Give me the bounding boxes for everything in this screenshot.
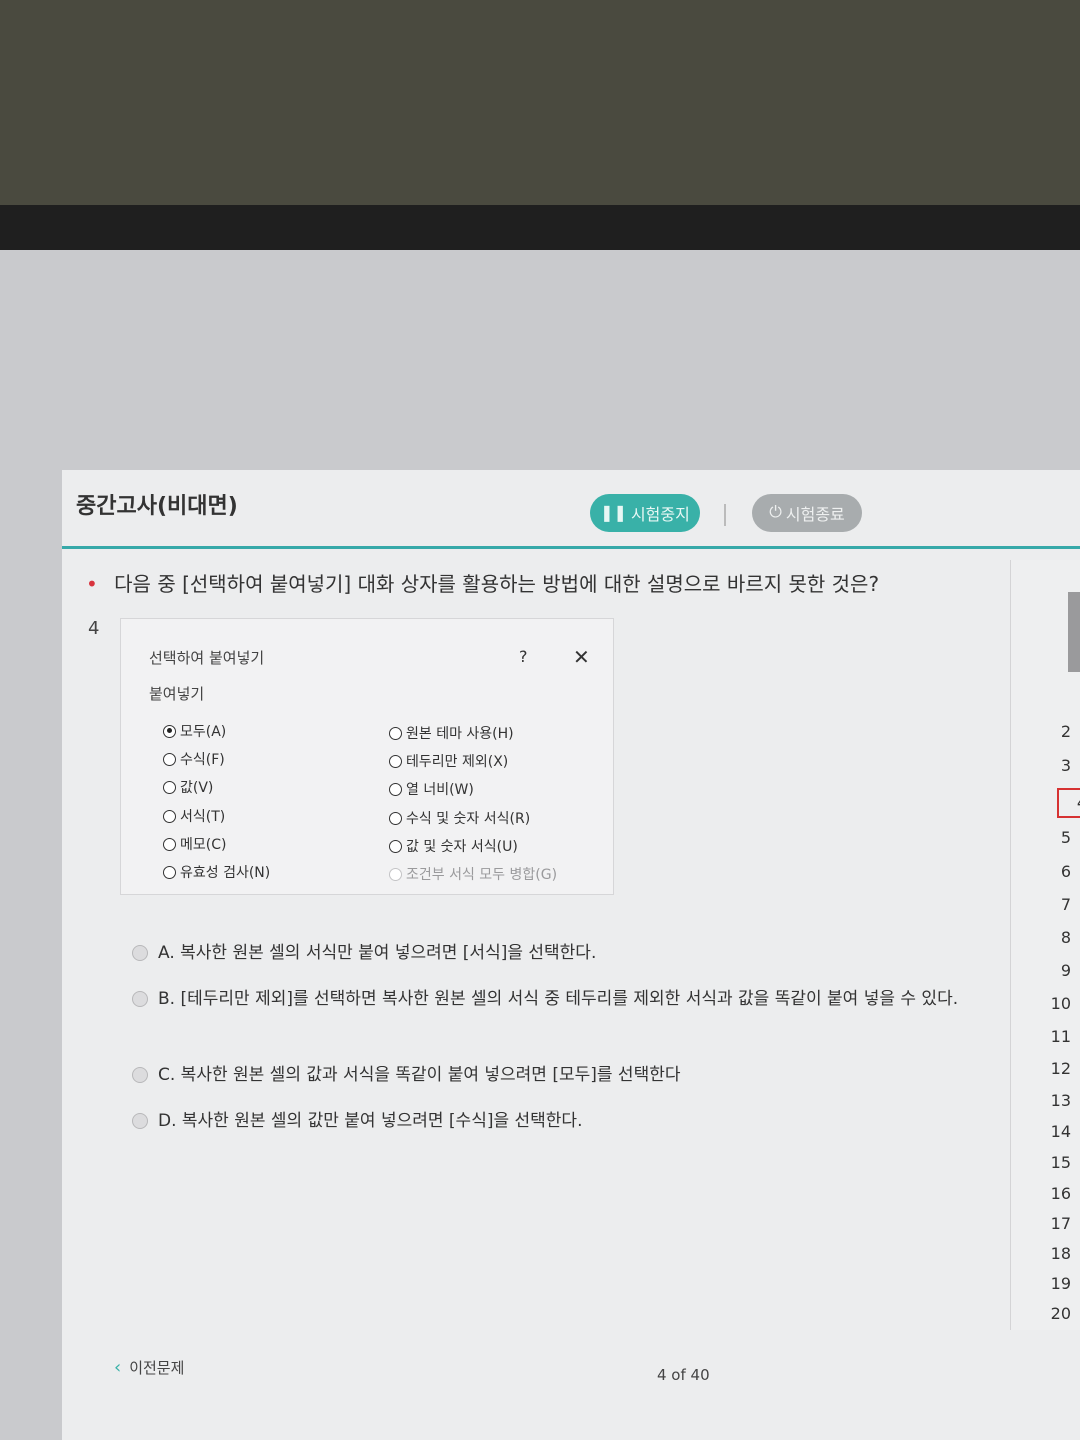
radio-disabled-icon: [389, 867, 402, 881]
option-label: 수식 및 숫자 서식(R): [406, 811, 531, 827]
nav-question-6[interactable]: 6: [1011, 862, 1071, 881]
monitor-bezel: [0, 205, 1080, 253]
radio-icon: [163, 780, 176, 794]
radio-icon: [163, 837, 176, 851]
nav-question-8[interactable]: 8: [1011, 928, 1071, 947]
nav-question-16[interactable]: 16: [1011, 1184, 1071, 1203]
nav-question-9[interactable]: 9: [1011, 961, 1071, 980]
pause-icon: ❚❚: [600, 505, 627, 522]
answer-option-a[interactable]: A. 복사한 원본 셀의 서식만 붙여 넣으려면 [서식]을 선택한다.: [132, 940, 972, 966]
paste-option-formats: 서식(T): [163, 806, 225, 826]
nav-question-18[interactable]: 18: [1011, 1244, 1071, 1263]
previous-question-button[interactable]: ‹ 이전문제: [114, 1357, 184, 1378]
answer-radio-icon[interactable]: [132, 945, 148, 961]
option-label: 메모(C): [180, 837, 227, 853]
question-navigator: 2 3 4 5 6 7 8 9 10 11 12 13 14 15 16 17 …: [1010, 560, 1080, 1330]
nav-question-current[interactable]: 4: [1057, 788, 1080, 818]
radio-icon: [163, 809, 176, 823]
exam-title: 중간고사(비대면): [76, 494, 238, 519]
nav-question-12[interactable]: 12: [1011, 1059, 1071, 1078]
answer-radio-icon[interactable]: [132, 1113, 148, 1129]
nav-question-19[interactable]: 19: [1011, 1274, 1071, 1293]
option-label: 서식(T): [180, 809, 226, 825]
question-text: 다음 중 [선택하여 붙여넣기] 대화 상자를 활용하는 방법에 대한 설명으로…: [114, 572, 880, 596]
close-icon: ✕: [573, 645, 590, 669]
radio-icon: [389, 839, 402, 853]
previous-label: 이전문제: [129, 1359, 185, 1377]
dialog-title: 선택하여 붙여넣기: [149, 649, 265, 667]
answer-text: A. 복사한 원본 셀의 서식만 붙여 넣으려면 [서식]을 선택한다.: [158, 943, 597, 963]
power-icon: ⏻: [769, 504, 782, 521]
radio-icon: [389, 811, 402, 825]
paste-option-all: 모두(A): [163, 721, 226, 741]
option-label: 열 너비(W): [406, 782, 474, 798]
paste-option-values-numbers: 값 및 숫자 서식(U): [389, 836, 518, 856]
nav-question-15[interactable]: 15: [1011, 1153, 1071, 1172]
option-label: 값 및 숫자 서식(U): [406, 839, 518, 855]
pause-exam-button[interactable]: ❚❚ 시험중지: [590, 494, 700, 532]
question-text-row: • 다음 중 [선택하여 붙여넣기] 대화 상자를 활용하는 방법에 대한 설명…: [86, 568, 879, 597]
paste-option-no-borders: 테두리만 제외(X): [389, 751, 508, 771]
answer-option-c[interactable]: C. 복사한 원본 셀의 값과 서식을 똑같이 붙여 넣으려면 [모두]를 선택…: [132, 1062, 972, 1088]
option-label: 테두리만 제외(X): [406, 754, 509, 770]
nav-question-5[interactable]: 5: [1011, 828, 1071, 847]
nav-question-10[interactable]: 10: [1011, 994, 1071, 1013]
chevron-left-icon: ‹: [114, 1357, 122, 1378]
option-label: 유효성 검사(N): [180, 865, 271, 881]
paste-option-validation: 유효성 검사(N): [163, 862, 270, 882]
nav-question-11[interactable]: 11: [1011, 1027, 1071, 1046]
paste-special-dialog-image: 선택하여 붙여넣기 ? ✕ 붙여넣기 모두(A) 수식(F) 값(V) 서식(T…: [120, 618, 614, 895]
nav-question-7[interactable]: 7: [1011, 895, 1071, 914]
radio-icon: [163, 865, 176, 879]
radio-icon: [389, 754, 402, 768]
nav-question-20[interactable]: 20: [1011, 1304, 1071, 1323]
paste-option-formulas-numbers: 수식 및 숫자 서식(R): [389, 808, 530, 828]
background-wall: [0, 0, 1080, 215]
answer-text: B. [테두리만 제외]를 선택하면 복사한 원본 셀의 서식 중 테두리를 제…: [158, 989, 959, 1009]
help-icon: ?: [519, 647, 528, 666]
exam-header: 중간고사(비대면) ❚❚ 시험중지 ⏻ 시험종료: [62, 470, 1080, 549]
end-label: 시험종료: [785, 507, 845, 524]
radio-icon: [163, 752, 176, 766]
question-number: 4: [88, 618, 100, 639]
paste-option-column-widths: 열 너비(W): [389, 779, 474, 799]
nav-question-17[interactable]: 17: [1011, 1214, 1071, 1233]
answer-radio-icon[interactable]: [132, 1067, 148, 1083]
option-label: 조건부 서식 모두 병합(G): [406, 867, 558, 883]
dialog-section-label: 붙여넣기: [149, 685, 205, 703]
answer-radio-icon[interactable]: [132, 991, 148, 1007]
paste-option-comments: 메모(C): [163, 834, 226, 854]
option-label: 수식(F): [180, 752, 225, 768]
paste-option-formulas: 수식(F): [163, 749, 225, 769]
radio-selected-icon: [163, 724, 176, 738]
paste-option-theme: 원본 테마 사용(H): [389, 723, 514, 743]
radio-icon: [389, 782, 402, 796]
nav-question-3[interactable]: 3: [1011, 756, 1071, 775]
page-indicator: 4 of 40: [657, 1366, 710, 1384]
paste-option-values: 값(V): [163, 777, 213, 797]
end-exam-button[interactable]: ⏻ 시험종료: [752, 494, 862, 532]
option-label: 모두(A): [180, 724, 227, 740]
header-separator: [724, 504, 726, 526]
nav-question-2[interactable]: 2: [1011, 722, 1071, 741]
exam-page: 중간고사(비대면) ❚❚ 시험중지 ⏻ 시험종료 • 다음 중 [선택하여 붙여…: [62, 470, 1080, 1440]
answer-option-b[interactable]: B. [테두리만 제외]를 선택하면 복사한 원본 셀의 서식 중 테두리를 제…: [132, 986, 972, 1012]
answer-text: C. 복사한 원본 셀의 값과 서식을 똑같이 붙여 넣으려면 [모두]를 선택…: [158, 1065, 681, 1085]
nav-question-14[interactable]: 14: [1011, 1122, 1071, 1141]
option-label: 값(V): [180, 780, 214, 796]
pause-label: 시험중지: [630, 507, 690, 524]
answer-text: D. 복사한 원본 셀의 값만 붙여 넣으려면 [수식]을 선택한다.: [158, 1111, 583, 1131]
radio-icon: [389, 726, 402, 740]
paste-option-merge-conditional: 조건부 서식 모두 병합(G): [389, 864, 557, 884]
bullet-icon: •: [86, 572, 98, 596]
answer-option-d[interactable]: D. 복사한 원본 셀의 값만 붙여 넣으려면 [수식]을 선택한다.: [132, 1108, 972, 1134]
nav-question-13[interactable]: 13: [1011, 1091, 1071, 1110]
navigator-scrollbar[interactable]: [1068, 592, 1080, 672]
option-label: 원본 테마 사용(H): [406, 726, 514, 742]
